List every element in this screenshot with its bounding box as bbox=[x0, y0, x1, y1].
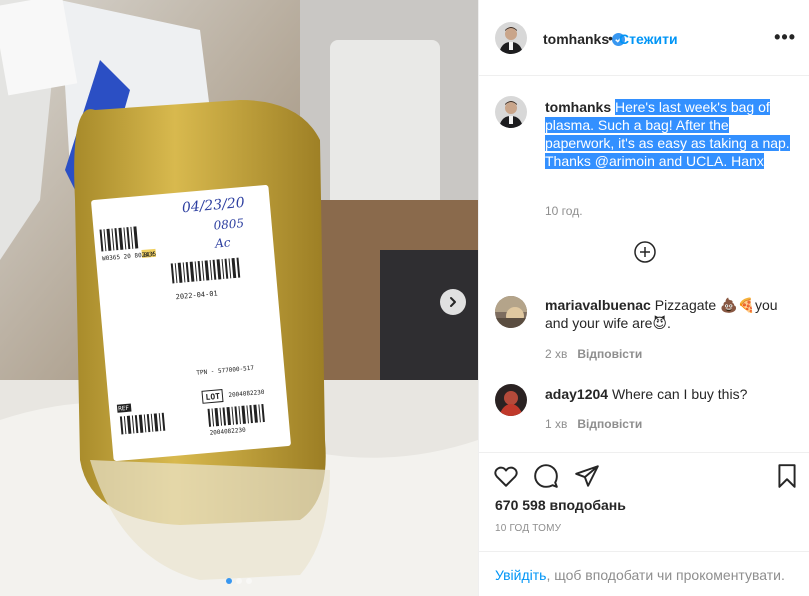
load-more-icon[interactable] bbox=[634, 241, 656, 263]
login-prompt-text: , щоб вподобати чи прокоментувати. bbox=[546, 567, 785, 583]
carousel-dot bbox=[246, 578, 252, 584]
comment-username[interactable]: aday1204 bbox=[545, 386, 608, 402]
comment-time: 2 хв bbox=[545, 347, 568, 361]
carousel-next-button[interactable] bbox=[440, 289, 466, 315]
header-separator: • bbox=[608, 30, 613, 46]
svg-text:0805: 0805 bbox=[213, 216, 245, 233]
follow-button[interactable]: Стежити bbox=[619, 31, 678, 47]
carousel-next-icon bbox=[450, 297, 456, 307]
comment-username[interactable]: mariavalbuenac bbox=[545, 297, 651, 313]
comment-meta: 1 хв Відповісти bbox=[545, 417, 642, 431]
author-avatar[interactable] bbox=[495, 22, 527, 54]
svg-text:REF: REF bbox=[118, 405, 130, 413]
post-actions: 670 598 вподобань 10 ГОД ТОМУ Увійдіть, … bbox=[479, 452, 809, 596]
caption-text: tomhanks Here's last week's bag of plasm… bbox=[545, 98, 795, 170]
login-link[interactable]: Увійдіть bbox=[495, 567, 546, 583]
reply-button[interactable]: Відповісти bbox=[577, 417, 642, 431]
commenter-avatar[interactable] bbox=[495, 296, 527, 328]
comment-time: 1 хв bbox=[545, 417, 568, 431]
post-header: tomhanks • Стежити ••• bbox=[479, 0, 809, 76]
svg-text:LOT: LOT bbox=[205, 392, 220, 402]
login-prompt: Увійдіть, щоб вподобати чи прокоментуват… bbox=[495, 567, 785, 583]
carousel-indicator bbox=[226, 578, 252, 584]
carousel-dot-active bbox=[226, 578, 232, 584]
commenter-avatar[interactable] bbox=[495, 384, 527, 416]
share-icon[interactable] bbox=[574, 463, 600, 489]
svg-text:Ac: Ac bbox=[214, 235, 232, 250]
bookmark-icon[interactable] bbox=[774, 463, 800, 489]
reply-button[interactable]: Відповісти bbox=[577, 347, 642, 361]
carousel-dot bbox=[236, 578, 242, 584]
caption-time: 10 год. bbox=[545, 204, 583, 218]
post-timestamp[interactable]: 10 ГОД ТОМУ bbox=[495, 523, 561, 534]
more-options-icon[interactable]: ••• bbox=[774, 28, 796, 46]
heart-icon[interactable] bbox=[493, 463, 519, 489]
likes-count[interactable]: 670 598 вподобань bbox=[495, 497, 626, 513]
caption-avatar[interactable] bbox=[495, 96, 527, 128]
caption-username[interactable]: tomhanks bbox=[545, 99, 611, 115]
comment-body: Where can I buy this? bbox=[611, 386, 748, 402]
comment-meta: 2 хв Відповісти bbox=[545, 347, 642, 361]
comment-text: aday1204 Where can I buy this? bbox=[545, 385, 795, 403]
post-side-panel: tomhanks • Стежити ••• tomhanks Here's l… bbox=[478, 0, 809, 596]
svg-text:BLY: BLY bbox=[144, 251, 156, 259]
comment-icon[interactable] bbox=[533, 463, 559, 489]
post-photo[interactable]: W0365 20 802435 BLY 04/23/20 0805 Ac 202… bbox=[0, 0, 478, 596]
comment-text: mariavalbuenac Pizzagate 💩🍕you and your … bbox=[545, 296, 795, 332]
